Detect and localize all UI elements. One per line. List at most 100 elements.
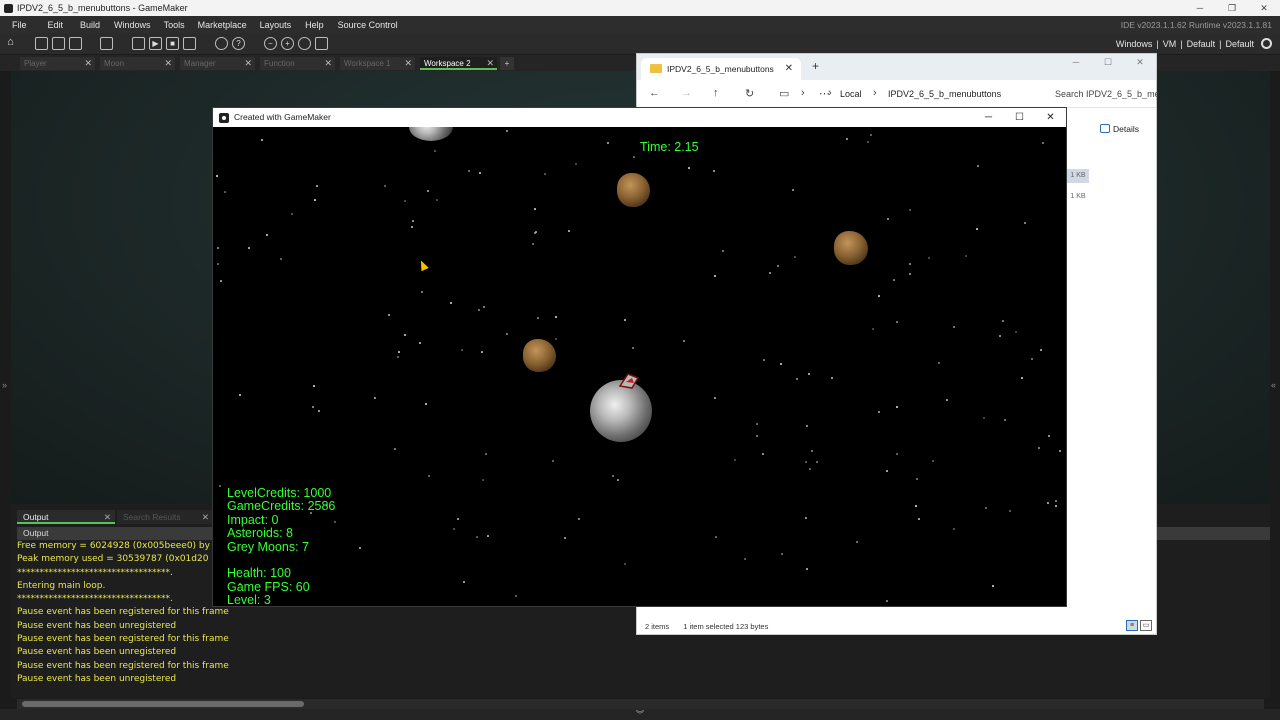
star: [312, 406, 314, 408]
close-tab-icon[interactable]: ✕: [486, 57, 494, 70]
tab-function[interactable]: Function ✕: [260, 57, 335, 70]
star: [953, 326, 955, 328]
tab-manager[interactable]: Manager ✕: [180, 57, 255, 70]
help-icon[interactable]: ?: [232, 37, 245, 50]
up-icon[interactable]: ↑: [713, 87, 719, 99]
close-tab-icon[interactable]: ✕: [164, 57, 172, 70]
star: [756, 423, 758, 425]
open-project-icon[interactable]: [52, 37, 65, 50]
restore-icon[interactable]: ❐: [1216, 0, 1248, 16]
close-tab-icon[interactable]: ✕: [84, 57, 92, 70]
tab-search-results[interactable]: Search Results ✕: [117, 510, 213, 524]
run-icon[interactable]: ▶: [149, 37, 162, 50]
bottom-panel-handle[interactable]: ︾: [0, 709, 1280, 720]
star: [313, 385, 315, 387]
search-input[interactable]: Search IPDV2_6_5_b_menubuttons: [1055, 89, 1158, 99]
menu-source-control[interactable]: Source Control: [338, 20, 398, 30]
star: [715, 536, 717, 538]
left-panel-handle[interactable]: »: [2, 380, 10, 390]
close-tab-icon[interactable]: ✕: [324, 57, 332, 70]
new-project-icon[interactable]: [35, 37, 48, 50]
tab-workspace-1[interactable]: Workspace 1 ✕: [340, 57, 415, 70]
target-selector[interactable]: Windows | VM | Default | Default: [1116, 38, 1272, 49]
target-icon[interactable]: [215, 37, 228, 50]
clean-icon[interactable]: [183, 37, 196, 50]
target-runtime[interactable]: VM: [1163, 39, 1177, 49]
menu-help[interactable]: Help: [305, 20, 324, 30]
gear-icon[interactable]: [1261, 38, 1272, 49]
tab-player[interactable]: Player ✕: [20, 57, 95, 70]
zoom-reset-icon[interactable]: [298, 37, 311, 50]
close-icon[interactable]: ✕: [1035, 108, 1066, 127]
minimize-icon[interactable]: ─: [1060, 54, 1092, 70]
star: [266, 234, 268, 236]
tab-output[interactable]: Output ✕: [17, 510, 115, 524]
right-panel-handle[interactable]: «: [1271, 380, 1279, 390]
close-icon[interactable]: ✕: [1124, 54, 1156, 70]
tab-workspace-2[interactable]: Workspace 2 ✕: [420, 57, 497, 70]
maximize-icon[interactable]: ☐: [1092, 54, 1124, 70]
maximize-icon[interactable]: ☐: [1004, 108, 1035, 127]
home-icon[interactable]: ⌂: [4, 37, 17, 50]
output-scrollbar[interactable]: [17, 699, 1264, 709]
game-canvas[interactable]: Time: 2.15 LevelCredits: 1000 GameCredit…: [213, 127, 1066, 606]
file-size[interactable]: 1 KB: [1067, 190, 1089, 204]
star: [714, 275, 716, 277]
menu-layouts[interactable]: Layouts: [260, 20, 292, 30]
star: [806, 568, 808, 570]
minimize-icon[interactable]: ─: [973, 108, 1004, 127]
menu-file[interactable]: File: [12, 20, 27, 30]
file-size[interactable]: 1 KB: [1067, 169, 1089, 183]
zoom-in-icon[interactable]: +: [281, 37, 294, 50]
back-icon[interactable]: ←: [649, 87, 660, 99]
star: [909, 273, 911, 275]
close-icon[interactable]: ✕: [785, 58, 793, 80]
tiles-view-icon[interactable]: ▭: [1140, 620, 1152, 631]
package-icon[interactable]: [100, 37, 113, 50]
explorer-tab[interactable]: IPDV2_6_5_b_menubuttons ✕: [641, 58, 801, 80]
stop-icon[interactable]: ■: [166, 37, 179, 50]
list-view-icon[interactable]: ≡: [1126, 620, 1138, 631]
hud-level: Level: 3: [227, 593, 271, 606]
monitor-icon[interactable]: ▭: [779, 87, 789, 100]
menu-windows[interactable]: Windows: [114, 20, 151, 30]
target-device[interactable]: Default: [1225, 39, 1254, 49]
star: [468, 170, 470, 172]
debug-icon[interactable]: [132, 37, 145, 50]
zoom-out-icon[interactable]: −: [264, 37, 277, 50]
menu-build[interactable]: Build: [80, 20, 100, 30]
new-tab-icon[interactable]: +: [812, 59, 819, 73]
close-icon[interactable]: ✕: [1248, 0, 1280, 16]
target-config[interactable]: Default: [1187, 39, 1216, 49]
star: [506, 333, 508, 335]
refresh-icon[interactable]: ↻: [745, 87, 754, 100]
menu-edit[interactable]: Edit: [48, 20, 64, 30]
star: [1024, 222, 1026, 224]
save-project-icon[interactable]: [69, 37, 82, 50]
star: [1038, 447, 1040, 449]
chevron-right-icon[interactable]: ›: [801, 87, 805, 99]
details-button[interactable]: Details: [1100, 124, 1139, 134]
minimize-icon[interactable]: ─: [1184, 0, 1216, 16]
scrollbar-thumb[interactable]: [22, 701, 304, 707]
star: [805, 517, 807, 519]
menu-tools[interactable]: Tools: [164, 20, 185, 30]
close-tab-icon[interactable]: ✕: [244, 57, 252, 70]
forward-icon[interactable]: →: [681, 87, 692, 99]
star: [479, 172, 481, 174]
log-line: Pause event has been unregistered: [17, 673, 177, 684]
star: [756, 435, 758, 437]
breadcrumb-local[interactable]: Local: [840, 89, 862, 99]
star: [938, 362, 940, 364]
breadcrumb-folder[interactable]: IPDV2_6_5_b_menubuttons: [888, 89, 1001, 99]
close-tab-icon[interactable]: ✕: [202, 510, 209, 524]
fit-view-icon[interactable]: [315, 37, 328, 50]
close-tab-icon[interactable]: ✕: [404, 57, 412, 70]
star: [992, 585, 994, 587]
menu-marketplace[interactable]: Marketplace: [198, 20, 247, 30]
tab-moon[interactable]: Moon ✕: [100, 57, 175, 70]
close-tab-icon[interactable]: ✕: [104, 510, 111, 524]
add-workspace-button[interactable]: +: [500, 57, 514, 70]
log-line: Pause event has been unregistered: [17, 647, 177, 658]
target-platform[interactable]: Windows: [1116, 39, 1153, 49]
